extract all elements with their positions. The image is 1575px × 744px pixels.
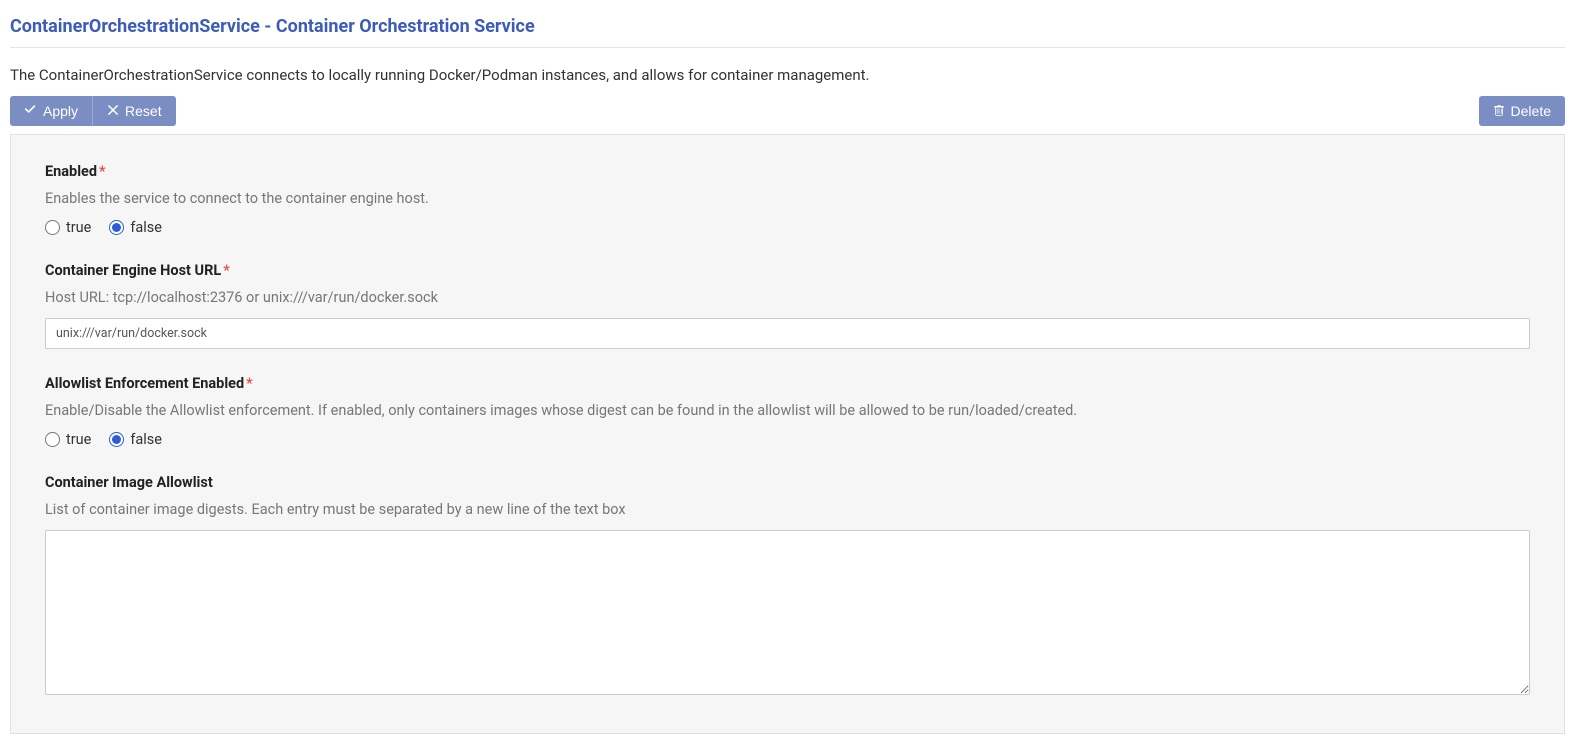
trash-icon xyxy=(1493,104,1505,119)
allowlist-enforcement-radio-true[interactable]: true xyxy=(45,431,91,448)
apply-button[interactable]: Apply xyxy=(10,96,93,126)
apply-label: Apply xyxy=(43,103,78,119)
enabled-radio-false-label: false xyxy=(130,219,162,236)
enabled-radio-row: true false xyxy=(45,219,1530,236)
form-group-image-allowlist: Container Image Allowlist List of contai… xyxy=(45,474,1530,699)
allowlist-enforcement-radio-true-label: true xyxy=(66,431,91,448)
close-icon xyxy=(107,104,119,118)
host-url-label-text: Container Engine Host URL xyxy=(45,262,221,279)
image-allowlist-label-text: Container Image Allowlist xyxy=(45,474,213,491)
allowlist-enforcement-radio-row: true false xyxy=(45,431,1530,448)
reset-button[interactable]: Reset xyxy=(93,96,176,126)
toolbar: Apply Reset Delete xyxy=(10,96,1565,126)
allowlist-enforcement-label-text: Allowlist Enforcement Enabled xyxy=(45,375,244,392)
allowlist-enforcement-help: Enable/Disable the Allowlist enforcement… xyxy=(45,402,1530,419)
host-url-input[interactable] xyxy=(45,318,1530,349)
form-panel: Enabled* Enables the service to connect … xyxy=(10,134,1565,734)
title-divider xyxy=(10,47,1565,48)
allowlist-enforcement-radio-true-input[interactable] xyxy=(45,432,60,447)
allowlist-enforcement-radio-false[interactable]: false xyxy=(109,431,162,448)
page-title: ContainerOrchestrationService - Containe… xyxy=(10,10,1565,47)
allowlist-enforcement-label: Allowlist Enforcement Enabled* xyxy=(45,375,1530,392)
allowlist-enforcement-radio-false-label: false xyxy=(130,431,162,448)
enabled-radio-false[interactable]: false xyxy=(109,219,162,236)
enabled-radio-true-label: true xyxy=(66,219,91,236)
enabled-radio-false-input[interactable] xyxy=(109,220,124,235)
enabled-label-text: Enabled xyxy=(45,163,97,180)
page-description: The ContainerOrchestrationService connec… xyxy=(10,66,1565,84)
button-group-left: Apply Reset xyxy=(10,96,176,126)
enabled-radio-true-input[interactable] xyxy=(45,220,60,235)
delete-button[interactable]: Delete xyxy=(1479,96,1565,126)
image-allowlist-textarea[interactable] xyxy=(45,530,1530,695)
enabled-help: Enables the service to connect to the co… xyxy=(45,190,1530,207)
form-group-enabled: Enabled* Enables the service to connect … xyxy=(45,163,1530,236)
image-allowlist-label: Container Image Allowlist xyxy=(45,474,1530,491)
required-indicator: * xyxy=(246,375,253,392)
host-url-label: Container Engine Host URL* xyxy=(45,262,1530,279)
allowlist-enforcement-radio-false-input[interactable] xyxy=(109,432,124,447)
enabled-label: Enabled* xyxy=(45,163,1530,180)
image-allowlist-help: List of container image digests. Each en… xyxy=(45,501,1530,518)
form-group-host-url: Container Engine Host URL* Host URL: tcp… xyxy=(45,262,1530,349)
required-indicator: * xyxy=(99,163,106,180)
required-indicator: * xyxy=(223,262,230,279)
form-group-allowlist-enforcement: Allowlist Enforcement Enabled* Enable/Di… xyxy=(45,375,1530,448)
delete-label: Delete xyxy=(1511,103,1551,119)
check-icon xyxy=(24,104,37,119)
enabled-radio-true[interactable]: true xyxy=(45,219,91,236)
host-url-help: Host URL: tcp://localhost:2376 or unix:/… xyxy=(45,289,1530,306)
reset-label: Reset xyxy=(125,103,162,119)
